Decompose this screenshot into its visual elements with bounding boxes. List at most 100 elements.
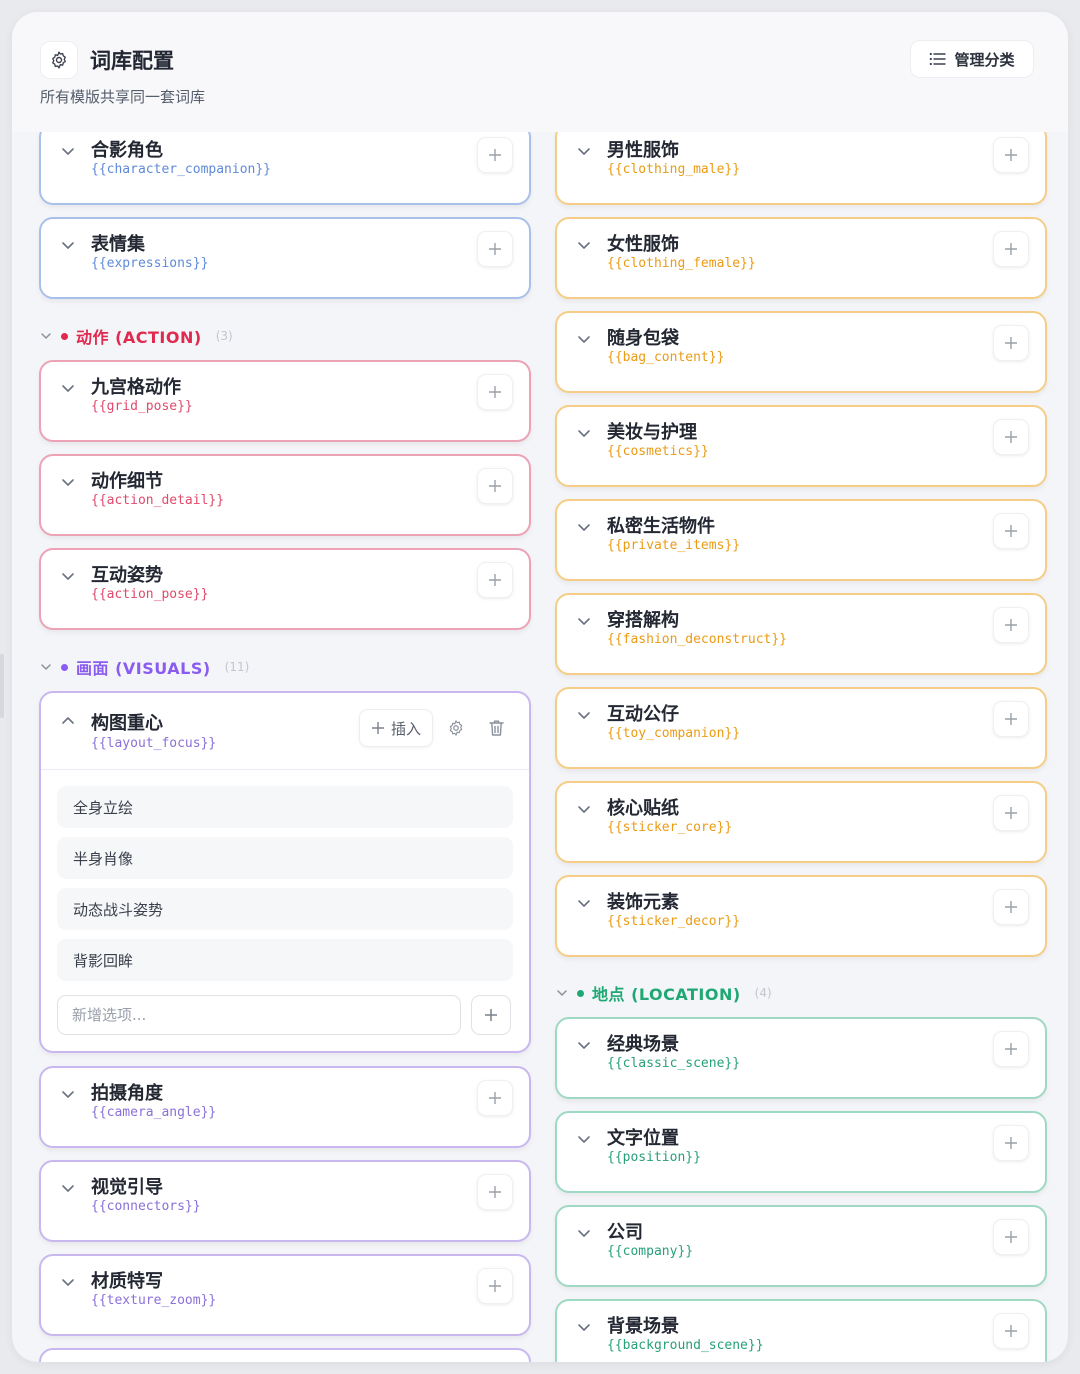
vocab-card[interactable]: 动作细节 {{action_detail}} <box>39 454 531 536</box>
chevron-down-icon[interactable] <box>576 331 592 347</box>
vocab-card[interactable]: 男性服饰 {{clothing_male}} <box>555 123 1047 205</box>
chevron-down-icon[interactable] <box>60 1180 76 1196</box>
chevron-down-icon[interactable] <box>60 237 76 253</box>
vocab-card[interactable]: 装饰元素 {{sticker_decor}} <box>555 875 1047 957</box>
add-item-button[interactable] <box>993 419 1029 455</box>
vocab-card[interactable]: 经典场景 {{classic_scene}} <box>555 1017 1047 1099</box>
vocab-card[interactable]: 拍摄角度 {{camera_angle}} <box>39 1066 531 1148</box>
vocab-card[interactable]: 公司 {{company}} <box>555 1205 1047 1287</box>
plus-icon <box>371 722 384 734</box>
insert-button[interactable]: 插入 <box>359 709 433 747</box>
vocab-card[interactable]: 女性服饰 {{clothing_female}} <box>555 217 1047 299</box>
add-item-button[interactable] <box>477 231 513 267</box>
add-item-button[interactable] <box>993 513 1029 549</box>
plus-icon <box>489 149 501 161</box>
chevron-up-icon[interactable] <box>60 713 76 729</box>
chevron-down-icon[interactable] <box>60 1086 76 1102</box>
chevron-down-icon[interactable] <box>576 425 592 441</box>
vocab-card[interactable]: 背景场景 {{background_scene}} <box>555 1299 1047 1362</box>
vocab-name: 九宫格动作 <box>91 377 181 398</box>
option-item[interactable]: 动态战斗姿势 <box>57 888 513 930</box>
manage-categories-button[interactable]: 管理分类 <box>910 40 1034 78</box>
section-header-visuals[interactable]: 画面 (VISUALS) (11) <box>39 656 249 678</box>
category-dot <box>61 332 68 340</box>
chevron-down-icon[interactable] <box>576 1319 592 1335</box>
chevron-down-icon[interactable] <box>60 380 76 396</box>
plus-icon <box>1005 1231 1017 1243</box>
add-item-button[interactable] <box>477 374 513 410</box>
vocab-card[interactable]: 文字位置 {{position}} <box>555 1111 1047 1193</box>
add-item-button[interactable] <box>477 1080 513 1116</box>
chevron-down-icon[interactable] <box>555 986 569 1000</box>
chevron-down-icon[interactable] <box>576 519 592 535</box>
add-item-button[interactable] <box>993 325 1029 361</box>
settings-button[interactable] <box>445 717 467 739</box>
vocab-variable: {{bag_content}} <box>607 350 725 365</box>
chevron-down-icon[interactable] <box>576 1131 592 1147</box>
chevron-down-icon[interactable] <box>576 1037 592 1053</box>
add-item-button[interactable] <box>993 795 1029 831</box>
add-item-button[interactable] <box>993 231 1029 267</box>
scrollbar-handle[interactable] <box>0 654 4 718</box>
chevron-down-icon[interactable] <box>576 1225 592 1241</box>
add-option-button[interactable] <box>471 995 511 1035</box>
chevron-down-icon[interactable] <box>60 568 76 584</box>
chevron-down-icon[interactable] <box>576 895 592 911</box>
vocab-card[interactable]: 穿搭解构 {{fashion_deconstruct}} <box>555 593 1047 675</box>
add-item-button[interactable] <box>477 562 513 598</box>
new-option-input[interactable] <box>57 995 461 1035</box>
option-item[interactable]: 背影回眸 <box>57 939 513 981</box>
vocab-card[interactable]: 随身包袋 {{bag_content}} <box>555 311 1047 393</box>
add-item-button[interactable] <box>993 1125 1029 1161</box>
vocab-card[interactable]: 互动姿势 {{action_pose}} <box>39 548 531 630</box>
page-title: 词库配置 <box>90 49 174 73</box>
add-item-button[interactable] <box>477 1174 513 1210</box>
chevron-down-icon[interactable] <box>60 1274 76 1290</box>
add-item-button[interactable] <box>993 137 1029 173</box>
vocab-card[interactable]: 美妆与护理 {{cosmetics}} <box>555 405 1047 487</box>
vocab-card-partial[interactable] <box>39 1348 531 1362</box>
vocab-name: 美妆与护理 <box>607 422 697 443</box>
chevron-down-icon[interactable] <box>576 237 592 253</box>
add-item-button[interactable] <box>993 1031 1029 1067</box>
chevron-down-icon[interactable] <box>576 143 592 159</box>
chevron-down-icon[interactable] <box>576 613 592 629</box>
vocab-card[interactable]: 表情集 {{expressions}} <box>39 217 531 299</box>
add-item-button[interactable] <box>993 607 1029 643</box>
vocab-card[interactable]: 互动公仔 {{toy_companion}} <box>555 687 1047 769</box>
plus-icon <box>1005 431 1017 443</box>
plus-icon <box>489 1092 501 1104</box>
plus-icon <box>485 1009 497 1021</box>
option-item[interactable]: 全身立绘 <box>57 786 513 828</box>
vocab-name: 视觉引导 <box>91 1177 163 1198</box>
section-count: (4) <box>754 986 772 1000</box>
delete-button[interactable] <box>485 717 507 739</box>
vocab-name: 公司 <box>607 1222 643 1243</box>
vocabulary-config-panel: 合影角色 {{character_companion}} 表情集 {{expre… <box>12 12 1068 1362</box>
chevron-down-icon[interactable] <box>60 143 76 159</box>
vocab-card[interactable]: 视觉引导 {{connectors}} <box>39 1160 531 1242</box>
chevron-down-icon[interactable] <box>576 801 592 817</box>
vocab-card[interactable]: 核心贴纸 {{sticker_core}} <box>555 781 1047 863</box>
vocab-card[interactable]: 私密生活物件 {{private_items}} <box>555 499 1047 581</box>
add-item-button[interactable] <box>993 1313 1029 1349</box>
option-item[interactable]: 半身肖像 <box>57 837 513 879</box>
add-item-button[interactable] <box>993 1219 1029 1255</box>
vocab-card[interactable]: 九宫格动作 {{grid_pose}} <box>39 360 531 442</box>
add-item-button[interactable] <box>477 468 513 504</box>
chevron-down-icon[interactable] <box>60 474 76 490</box>
section-header-action[interactable]: 动作 (ACTION) (3) <box>39 325 233 347</box>
add-item-button[interactable] <box>993 889 1029 925</box>
add-item-button[interactable] <box>477 1268 513 1304</box>
vocab-card[interactable]: 材质特写 {{texture_zoom}} <box>39 1254 531 1336</box>
chevron-down-icon[interactable] <box>39 660 53 674</box>
section-header-location[interactable]: 地点 (LOCATION) (4) <box>555 982 772 1004</box>
add-item-button[interactable] <box>993 701 1029 737</box>
chevron-down-icon[interactable] <box>576 707 592 723</box>
vocab-card[interactable]: 合影角色 {{character_companion}} <box>39 123 531 205</box>
vocab-variable: {{position}} <box>607 1150 701 1165</box>
vocab-name: 男性服饰 <box>607 140 679 161</box>
vocab-name: 拍摄角度 <box>91 1083 163 1104</box>
add-item-button[interactable] <box>477 137 513 173</box>
chevron-down-icon[interactable] <box>39 329 53 343</box>
